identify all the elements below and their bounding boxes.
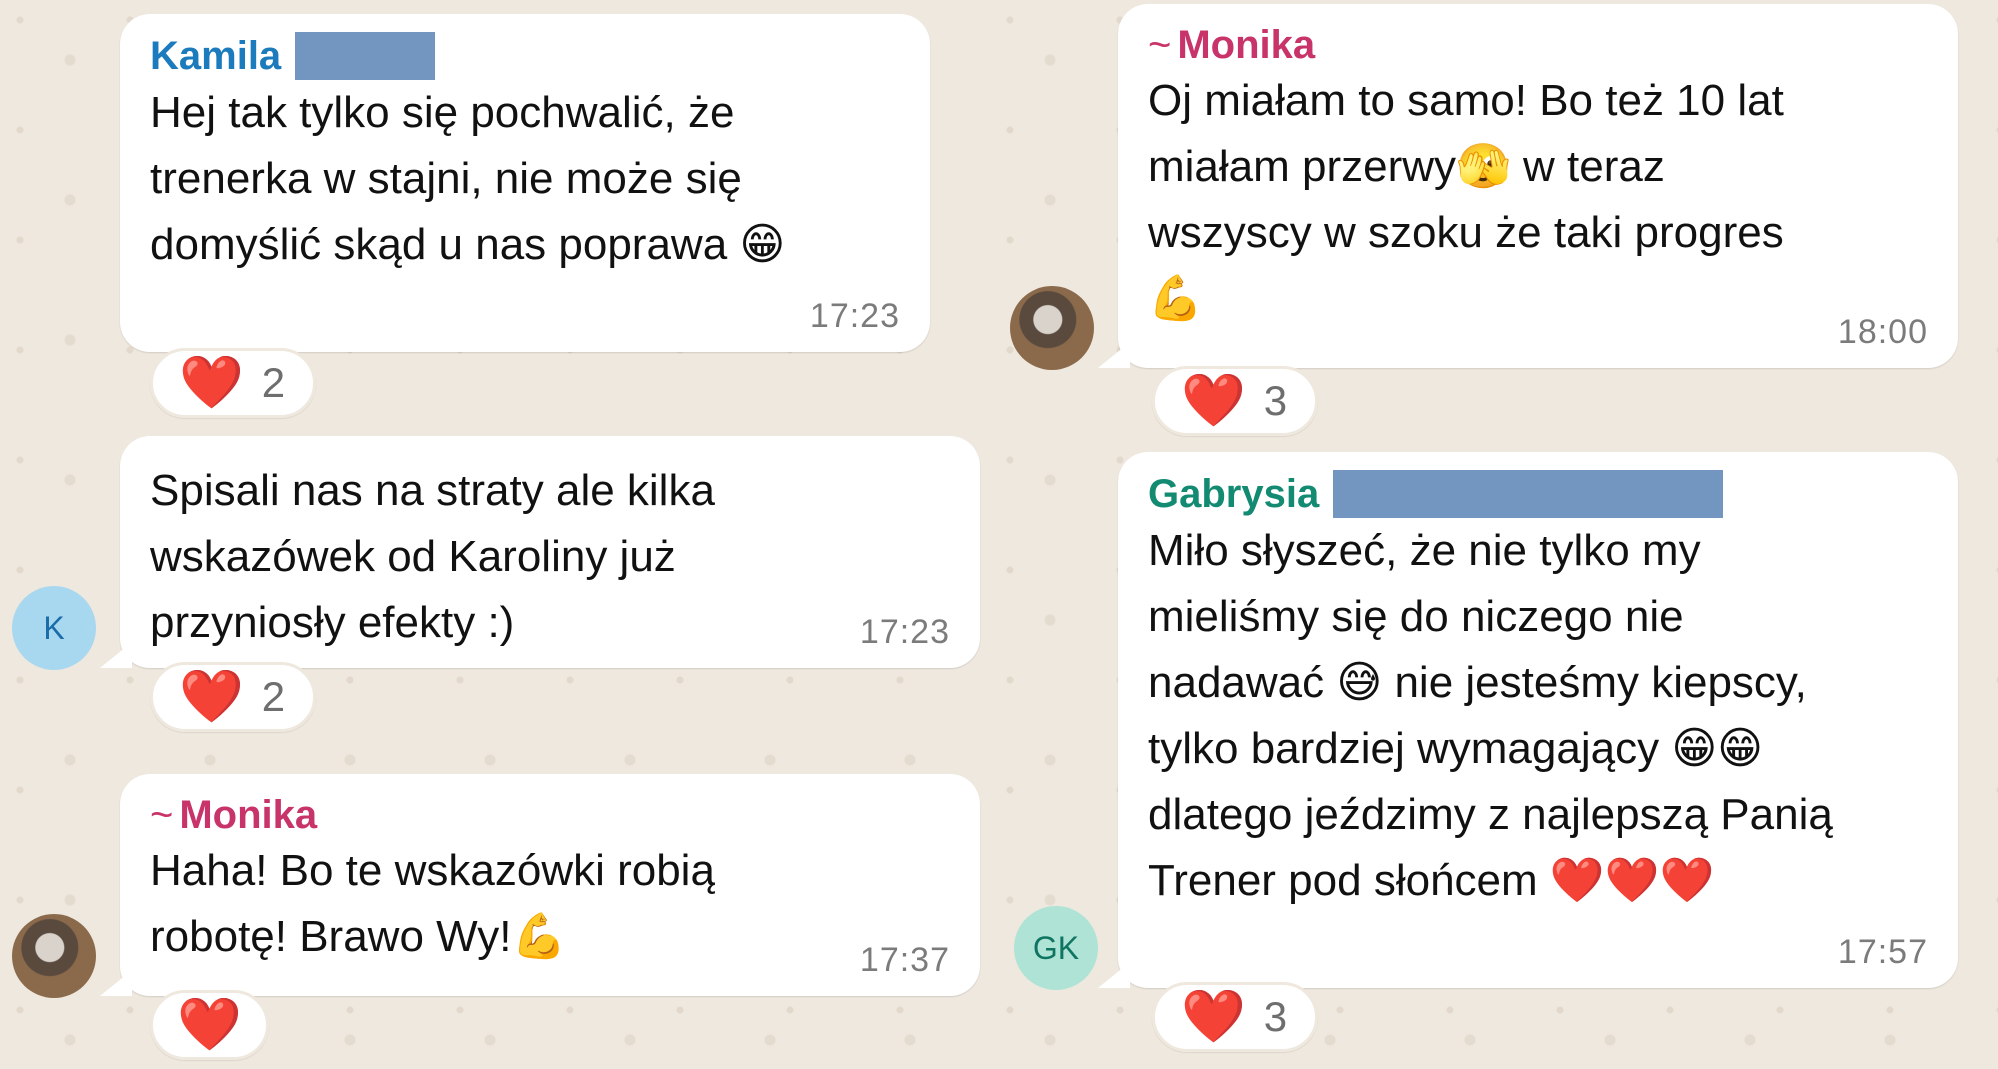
reaction-count: 2 (261, 359, 286, 406)
avatar[interactable]: GK (1014, 906, 1098, 990)
message-text: Spisali nas na straty ale kilka wskazówe… (150, 466, 715, 647)
sender-name-gabrysia[interactable]: Gabrysia (1148, 471, 1319, 517)
message-time: 17:23 (859, 613, 950, 651)
sender-name-kamila[interactable]: Kamila (150, 33, 281, 79)
message-bubble-k[interactable]: Spisali nas na straty ale kilka wskazówe… (100, 436, 980, 668)
sender-name-monika[interactable]: Monika (179, 792, 317, 838)
sender-name-monika[interactable]: Monika (1177, 22, 1315, 68)
message-text: Miło słyszeć, że nie tylko my mieliśmy s… (1148, 526, 1833, 905)
heart-reaction-icon: ❤️ (179, 668, 244, 726)
sender-name-row: Kamila (150, 32, 898, 80)
sender-tilde: ~ (150, 793, 174, 837)
avatar[interactable] (1010, 286, 1094, 370)
sender-name-row: ~ Monika (1148, 22, 1926, 68)
sender-name-row: Gabrysia (1148, 470, 1926, 518)
redacted-surname (1333, 470, 1724, 518)
message-time: 17:37 (859, 941, 950, 979)
message-time: 17:23 (809, 297, 900, 335)
reaction-badge[interactable]: ❤️ 3 (1152, 982, 1319, 1052)
sender-name-row: ~ Monika (150, 792, 948, 838)
avatar[interactable] (12, 914, 96, 998)
message-time: 18:00 (1837, 313, 1928, 351)
reaction-count: 3 (1263, 377, 1288, 424)
reaction-badge[interactable]: ❤️ 2 (150, 348, 317, 418)
message-bubble-kamila[interactable]: Kamila Hej tak tylko się pochwalić, że t… (120, 14, 930, 352)
heart-reaction-icon: ❤️ (177, 996, 242, 1054)
reaction-badge[interactable]: ❤️ 3 (1152, 366, 1319, 436)
message-text: Hej tak tylko się pochwalić, że trenerka… (150, 88, 786, 269)
sender-tilde: ~ (1148, 23, 1172, 67)
avatar[interactable]: K (12, 586, 96, 670)
redacted-surname (295, 32, 436, 80)
reaction-count: 3 (1263, 993, 1288, 1040)
heart-reaction-icon: ❤️ (179, 354, 244, 412)
message-text: Oj miałam to samo! Bo też 10 lat miałam … (1148, 76, 1784, 323)
reaction-count: 2 (261, 673, 286, 720)
message-time: 17:57 (1837, 933, 1928, 971)
reaction-badge[interactable]: ❤️ (150, 990, 269, 1060)
message-text: Haha! Bo te wskazówki robią robotę! Braw… (150, 846, 715, 961)
message-bubble-gabrysia[interactable]: Gabrysia Miło słyszeć, że nie tylko my m… (1098, 452, 1958, 988)
message-bubble-monika[interactable]: ~ Monika Haha! Bo te wskazówki robią rob… (100, 774, 980, 996)
heart-reaction-icon: ❤️ (1181, 372, 1246, 430)
heart-reaction-icon: ❤️ (1181, 988, 1246, 1046)
message-bubble-monika[interactable]: ~ Monika Oj miałam to samo! Bo też 10 la… (1098, 4, 1958, 368)
reaction-badge[interactable]: ❤️ 2 (150, 662, 317, 732)
